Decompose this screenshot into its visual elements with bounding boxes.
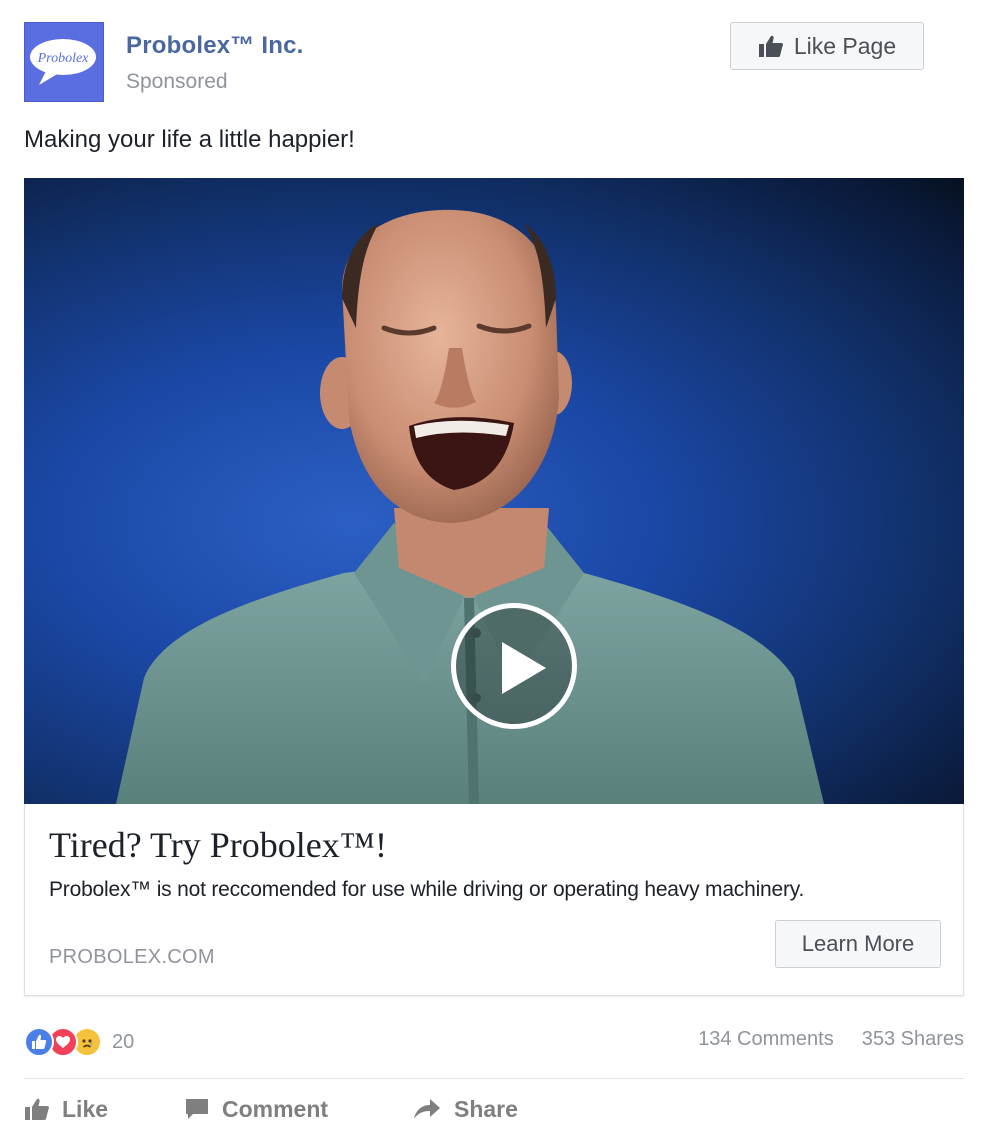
link-headline[interactable]: Tired? Try Probolex™! xyxy=(49,824,387,866)
sponsored-label[interactable]: Sponsored xyxy=(126,70,228,94)
comment-action-label: Comment xyxy=(222,1095,329,1122)
like-icon xyxy=(25,1098,49,1120)
page-name[interactable]: Probolex™ Inc. xyxy=(126,32,304,60)
page-avatar[interactable]: Probolex xyxy=(24,22,104,102)
like-action-button[interactable]: Like xyxy=(24,1092,108,1126)
play-icon xyxy=(502,642,546,694)
link-preview-card[interactable]: Tired? Try Probolex™! Probolex™ is not r… xyxy=(24,804,964,996)
speech-bubble-logo: Probolex xyxy=(25,23,103,101)
comment-icon xyxy=(186,1099,208,1119)
share-action-button[interactable]: Share xyxy=(412,1092,518,1126)
video-thumbnail[interactable] xyxy=(24,178,964,804)
reactions-summary[interactable]: 20 xyxy=(24,1024,134,1060)
actions-divider xyxy=(24,1078,964,1079)
post-caption: Making your life a little happier! xyxy=(24,126,355,153)
like-page-label: Like Page xyxy=(793,32,897,59)
share-action-label: Share xyxy=(454,1095,518,1122)
link-description: Probolex™ is not reccomended for use whi… xyxy=(49,878,805,901)
comment-action-button[interactable]: Comment xyxy=(184,1092,328,1126)
comments-count[interactable]: 134 Comments xyxy=(698,1028,834,1051)
avatar-logo-text: Probolex xyxy=(37,51,90,66)
sponsored-post: Probolex Probolex™ Inc. Sponsored Like P… xyxy=(0,0,986,1136)
like-reaction-icon xyxy=(24,1027,54,1057)
link-domain: PROBOLEX.COM xyxy=(49,946,215,968)
reaction-count: 20 xyxy=(112,1030,135,1053)
like-page-button[interactable]: Like Page xyxy=(730,22,924,70)
thumbs-up-icon xyxy=(758,35,783,57)
share-arrow-icon xyxy=(414,1099,440,1119)
engagement-stats: 134 Comments 353 Shares xyxy=(698,1028,964,1051)
learn-more-button[interactable]: Learn More xyxy=(775,920,941,968)
play-button[interactable] xyxy=(451,603,577,729)
like-action-label: Like xyxy=(62,1095,109,1122)
shares-count[interactable]: 353 Shares xyxy=(862,1028,964,1051)
